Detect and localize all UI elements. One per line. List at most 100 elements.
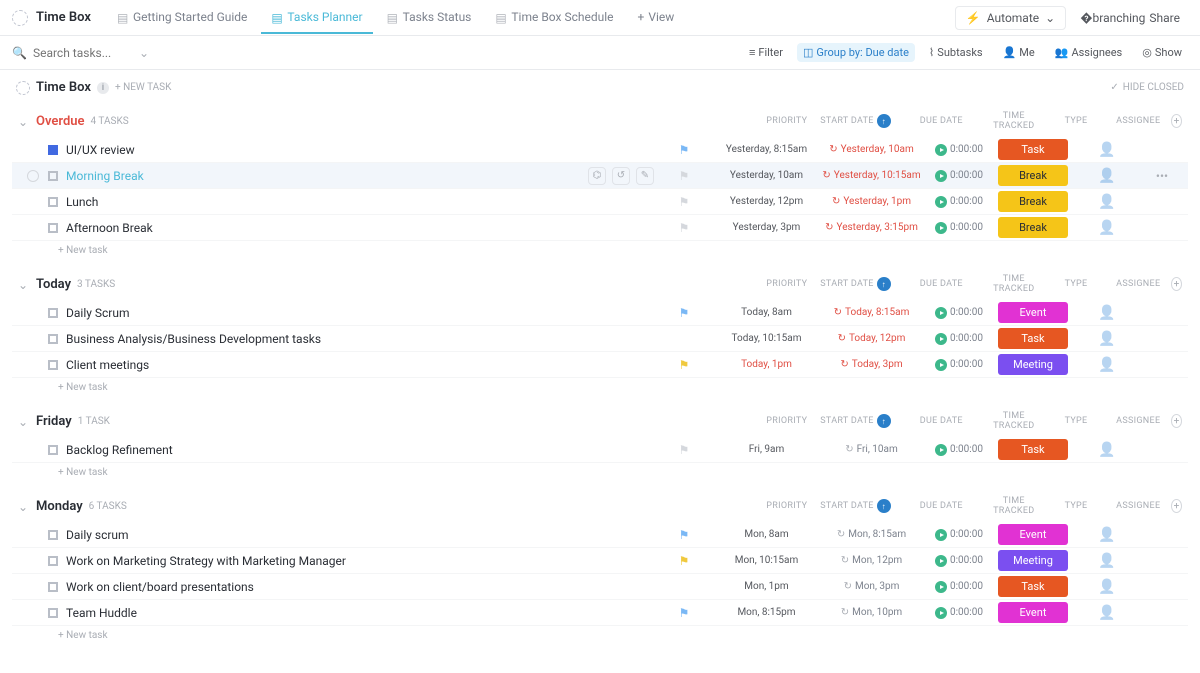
tab-time-box-schedule[interactable]: ▤Time Box Schedule xyxy=(485,2,623,34)
time-tracked-cell[interactable]: 0:00:00 xyxy=(924,444,994,456)
col-type[interactable]: TYPE xyxy=(1046,501,1105,511)
play-icon[interactable] xyxy=(935,444,947,456)
assignee-cell[interactable]: 👤 xyxy=(1072,605,1142,621)
task-name[interactable]: Lunch xyxy=(66,195,654,209)
group-by-button[interactable]: ◫Group by: Due date xyxy=(797,43,915,62)
task-name[interactable]: Team Huddle xyxy=(66,606,654,620)
time-tracked-cell[interactable]: 0:00:00 xyxy=(924,170,994,182)
type-cell[interactable]: Break xyxy=(994,165,1072,186)
priority-cell[interactable]: ⚑ xyxy=(654,306,714,320)
due-date-cell[interactable]: ↻Today, 8:15am xyxy=(819,307,924,318)
col-priority[interactable]: PRIORITY xyxy=(764,116,810,126)
play-icon[interactable] xyxy=(935,144,947,156)
priority-cell[interactable]: ⚑ xyxy=(654,443,714,457)
task-row[interactable]: Daily Scrum⚑Today, 8am↻Today, 8:15am0:00… xyxy=(12,300,1188,326)
type-cell[interactable]: Task xyxy=(994,139,1072,160)
task-name[interactable]: Business Analysis/Business Development t… xyxy=(66,332,654,346)
play-icon[interactable] xyxy=(935,307,947,319)
status-box[interactable] xyxy=(48,171,58,181)
due-date-cell[interactable]: ↻Yesterday, 10:15am xyxy=(819,170,924,181)
status-box[interactable] xyxy=(48,608,58,618)
task-row[interactable]: Work on Marketing Strategy with Marketin… xyxy=(12,548,1188,574)
search-input[interactable] xyxy=(33,46,133,60)
play-icon[interactable] xyxy=(935,359,947,371)
assignee-cell[interactable]: 👤 xyxy=(1072,220,1142,236)
status-box[interactable] xyxy=(48,145,58,155)
type-cell[interactable]: Event xyxy=(994,602,1072,623)
priority-cell[interactable]: ⚑ xyxy=(654,528,714,542)
col-start-date[interactable]: START DATE↑ xyxy=(816,277,896,291)
time-tracked-cell[interactable]: 0:00:00 xyxy=(924,555,994,567)
automate-button[interactable]: ⚡ Automate ⌄ xyxy=(955,6,1066,30)
play-icon[interactable] xyxy=(935,581,947,593)
new-task-button[interactable]: + NEW TASK xyxy=(115,82,171,93)
play-icon[interactable] xyxy=(935,170,947,182)
col-assignee[interactable]: ASSIGNEE xyxy=(1112,501,1165,511)
start-date-cell[interactable]: Yesterday, 8:15am xyxy=(714,144,819,155)
row-checkbox[interactable] xyxy=(27,170,39,182)
add-column-button[interactable]: + xyxy=(1171,114,1182,128)
status-box[interactable] xyxy=(48,445,58,455)
task-row[interactable]: Work on client/board presentationsMon, 1… xyxy=(12,574,1188,600)
subtask-icon[interactable]: ⌬ xyxy=(588,167,606,185)
group-header[interactable]: ⌄Overdue4 TASKSPRIORITYSTART DATE↑DUE DA… xyxy=(12,105,1188,137)
new-task-row[interactable]: + New task xyxy=(12,241,1188,260)
time-tracked-cell[interactable]: 0:00:00 xyxy=(924,222,994,234)
add-column-button[interactable]: + xyxy=(1171,414,1182,428)
group-header[interactable]: ⌄Monday6 TASKSPRIORITYSTART DATE↑DUE DAT… xyxy=(12,490,1188,522)
priority-cell[interactable]: ⚑ xyxy=(654,358,714,372)
task-row[interactable]: Daily scrum⚑Mon, 8am↻Mon, 8:15am0:00:00E… xyxy=(12,522,1188,548)
task-name[interactable]: Client meetings xyxy=(66,358,654,372)
col-start-date[interactable]: START DATE↑ xyxy=(816,499,896,513)
add-view-button[interactable]: + View xyxy=(628,2,685,34)
col-assignee[interactable]: ASSIGNEE xyxy=(1112,116,1165,126)
search-box[interactable]: 🔍 ⌄ xyxy=(12,46,152,60)
show-button[interactable]: ◎Show xyxy=(1136,43,1188,62)
type-cell[interactable]: Task xyxy=(994,328,1072,349)
task-row[interactable]: UI/UX review⚑Yesterday, 8:15am↻Yesterday… xyxy=(12,137,1188,163)
time-tracked-cell[interactable]: 0:00:00 xyxy=(924,333,994,345)
start-date-cell[interactable]: Today, 8am xyxy=(714,307,819,318)
status-box[interactable] xyxy=(48,223,58,233)
task-row[interactable]: Client meetings⚑Today, 1pm↻Today, 3pm0:0… xyxy=(12,352,1188,378)
status-box[interactable] xyxy=(48,530,58,540)
play-icon[interactable] xyxy=(935,555,947,567)
assignee-cell[interactable]: 👤 xyxy=(1072,168,1142,184)
col-start-date[interactable]: START DATE↑ xyxy=(816,114,896,128)
due-date-cell[interactable]: ↻Mon, 10pm xyxy=(819,607,924,618)
start-date-cell[interactable]: Today, 10:15am xyxy=(714,333,819,344)
status-box[interactable] xyxy=(48,197,58,207)
task-row[interactable]: Morning Break⌬↺✎⚑Yesterday, 10am↻Yesterd… xyxy=(12,163,1188,189)
priority-cell[interactable]: ⚑ xyxy=(654,606,714,620)
tab-tasks-planner[interactable]: ▤Tasks Planner xyxy=(261,2,372,34)
share-button[interactable]: �branching Share xyxy=(1072,7,1188,29)
task-row[interactable]: Team Huddle⚑Mon, 8:15pm↻Mon, 10pm0:00:00… xyxy=(12,600,1188,626)
task-name[interactable]: Work on Marketing Strategy with Marketin… xyxy=(66,554,654,568)
priority-cell[interactable]: ⚑ xyxy=(654,169,714,183)
assignee-cell[interactable]: 👤 xyxy=(1072,442,1142,458)
due-date-cell[interactable]: ↻Today, 12pm xyxy=(819,333,924,344)
me-button[interactable]: 👤Me xyxy=(997,43,1041,62)
start-date-cell[interactable]: Yesterday, 3pm xyxy=(714,222,819,233)
chevron-down-icon[interactable]: ⌄ xyxy=(139,46,149,60)
info-icon[interactable]: i xyxy=(97,82,109,94)
type-cell[interactable]: Task xyxy=(994,439,1072,460)
tab-tasks-status[interactable]: ▤Tasks Status xyxy=(377,2,482,34)
assignees-button[interactable]: 👥Assignees xyxy=(1049,43,1129,62)
assignee-cell[interactable]: 👤 xyxy=(1072,579,1142,595)
col-start-date[interactable]: START DATE↑ xyxy=(816,414,896,428)
assignee-cell[interactable]: 👤 xyxy=(1072,527,1142,543)
time-tracked-cell[interactable]: 0:00:00 xyxy=(924,307,994,319)
tab-getting-started-guide[interactable]: ▤Getting Started Guide xyxy=(107,2,257,34)
task-row[interactable]: Afternoon Break⚑Yesterday, 3pm↻Yesterday… xyxy=(12,215,1188,241)
edit-icon[interactable]: ✎ xyxy=(636,167,654,185)
play-icon[interactable] xyxy=(935,222,947,234)
task-name[interactable]: Morning Break xyxy=(66,169,580,183)
status-box[interactable] xyxy=(48,556,58,566)
filter-button[interactable]: ≡Filter xyxy=(743,43,789,62)
type-cell[interactable]: Event xyxy=(994,524,1072,545)
task-name[interactable]: Daily scrum xyxy=(66,528,654,542)
due-date-cell[interactable]: ↻Mon, 3pm xyxy=(819,581,924,592)
assignee-cell[interactable]: 👤 xyxy=(1072,142,1142,158)
start-date-cell[interactable]: Yesterday, 10am xyxy=(714,170,819,181)
